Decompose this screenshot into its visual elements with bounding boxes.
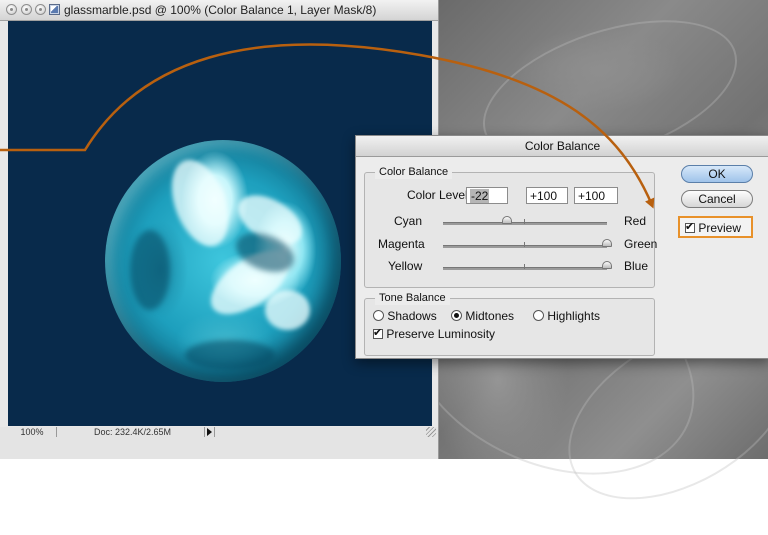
midtones-radio-button[interactable] [451,310,462,321]
tone-balance-group-title: Tone Balance [375,291,450,305]
zoom-level[interactable]: 100% [8,427,57,437]
preview-highlight-box: Preview [678,216,753,238]
midtones-radio[interactable]: Midtones [451,309,514,323]
glass-marble-image [105,140,341,382]
highlights-radio-button[interactable] [533,310,544,321]
status-menu-arrow-icon[interactable] [204,427,215,437]
ok-button[interactable]: OK [681,165,753,183]
color-level-cyan-red-input[interactable]: -22 [466,187,508,204]
yellow-label: Yellow [388,259,423,273]
cyan-label: Cyan [394,214,423,228]
red-label: Red [624,214,647,228]
preview-checkbox[interactable] [685,220,695,233]
color-balance-group-title: Color Balance [375,165,453,179]
preserve-luminosity-label: Preserve Luminosity [386,327,496,341]
color-level-magenta-green-input[interactable]: +100 [526,187,568,204]
dialog-title[interactable]: Color Balance [356,136,768,157]
status-bar: 100% Doc: 232.4K/2.65M [0,427,438,459]
magenta-green-slider[interactable] [443,239,612,248]
yellow-blue-slider[interactable] [443,261,612,270]
shadows-radio[interactable]: Shadows [373,309,437,323]
document-icon[interactable] [49,4,60,15]
preserve-luminosity-checkbox[interactable] [373,326,383,339]
shadows-radio-button[interactable] [373,310,384,321]
shadows-label: Shadows [387,309,437,323]
highlights-radio[interactable]: Highlights [533,309,600,323]
midtones-label: Midtones [465,309,515,323]
cancel-button[interactable]: Cancel [681,190,753,208]
green-label: Green [624,237,658,251]
magenta-label: Magenta [378,237,425,251]
tone-balance-group: Tone Balance Shadows Midtones Highlights… [364,291,655,356]
zoom-button[interactable] [35,4,46,15]
color-balance-group: Color Balance Color Levels: -22 +100 +10… [364,165,658,288]
window-titlebar[interactable]: glassmarble.psd @ 100% (Color Balance 1,… [0,0,438,21]
close-button[interactable] [6,4,17,15]
preserve-luminosity-option[interactable]: Preserve Luminosity [373,326,496,341]
cyan-red-slider[interactable] [443,216,607,225]
blue-label: Blue [624,259,649,273]
minimize-button[interactable] [21,4,32,15]
color-balance-dialog: Color Balance Color Balance Color Levels… [355,135,768,359]
resize-grip-icon[interactable] [426,427,436,437]
color-level-yellow-blue-input[interactable]: +100 [574,187,618,204]
highlights-label: Highlights [547,309,601,323]
preview-option[interactable]: Preview [685,220,742,235]
preview-label: Preview [698,221,742,235]
document-size: Doc: 232.4K/2.65M [90,427,205,437]
window-title: glassmarble.psd @ 100% (Color Balance 1,… [64,3,377,17]
